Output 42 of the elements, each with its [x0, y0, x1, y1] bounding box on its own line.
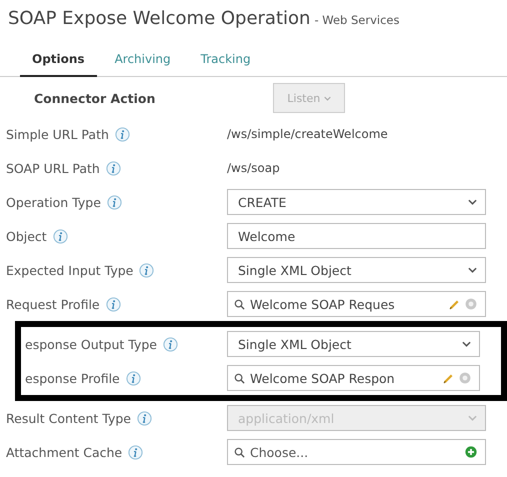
pencil-icon[interactable] — [449, 298, 460, 310]
search-icon — [234, 298, 245, 310]
chevron-icon — [468, 267, 477, 273]
dropdown[interactable]: Single XML Object — [227, 331, 480, 357]
info-icon[interactable] — [126, 370, 141, 386]
input-field[interactable]: Welcome — [227, 223, 486, 249]
field-label: Connector Action — [34, 90, 156, 106]
chevron-icon — [468, 415, 477, 421]
add-icon[interactable] — [465, 446, 477, 458]
field-label: SOAP URL Path — [6, 160, 100, 176]
info-icon[interactable] — [106, 160, 121, 176]
tab[interactable]: Archiving — [102, 48, 183, 77]
info-icon[interactable] — [106, 194, 122, 210]
field-label: Result Content Type — [6, 410, 131, 426]
field-value: /ws/soap — [227, 161, 280, 175]
field-label: Request Profile — [6, 296, 100, 312]
info-icon[interactable] — [114, 126, 130, 142]
field-label: Object — [6, 228, 47, 244]
info-icon[interactable] — [128, 444, 144, 460]
field-value: /ws/simple/createWelcome — [227, 127, 388, 141]
field-label: Simple URL Path — [6, 126, 109, 142]
field-label: esponse Profile — [25, 370, 120, 386]
info-icon[interactable] — [163, 336, 178, 352]
tab[interactable]: Options — [20, 48, 97, 77]
info-icon[interactable] — [139, 262, 154, 278]
search-icon — [234, 372, 245, 384]
chevron-icon — [462, 341, 471, 347]
page-title: SOAP Expose Welcome Operation — [8, 8, 310, 29]
chevron-icon — [324, 96, 331, 101]
page-subtitle: - Web Services — [314, 13, 400, 27]
tab[interactable]: Tracking — [188, 48, 263, 77]
search-icon — [234, 446, 245, 458]
info-icon[interactable] — [106, 296, 121, 312]
info-icon[interactable] — [52, 228, 68, 244]
field-label: esponse Output Type — [25, 336, 157, 352]
chevron-icon — [468, 199, 477, 205]
pencil-icon[interactable] — [443, 372, 454, 384]
field-label: Operation Type — [6, 194, 101, 210]
field-label: Attachment Cache — [6, 444, 122, 460]
dropdown[interactable]: CREATE — [227, 189, 486, 215]
dropdown[interactable]: Single XML Object — [227, 257, 486, 283]
field-label: Expected Input Type — [6, 262, 134, 278]
